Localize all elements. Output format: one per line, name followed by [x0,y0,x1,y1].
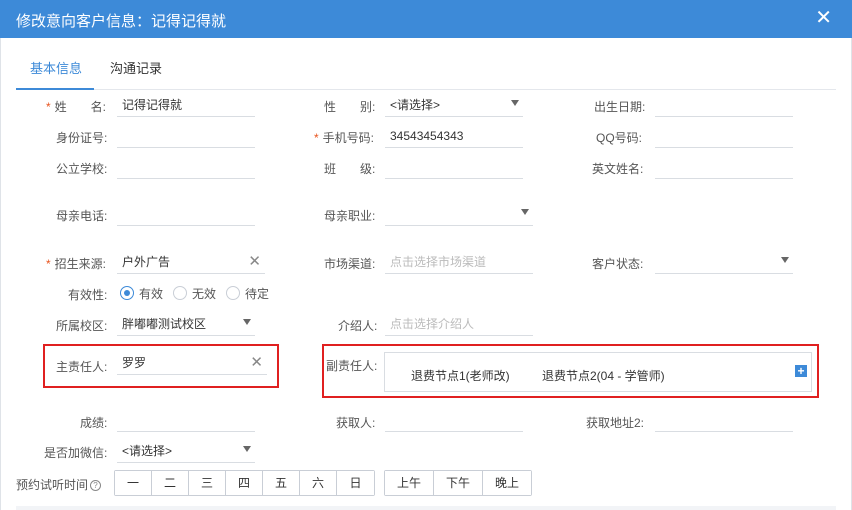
validity-option-pending-label: 待定 [245,286,270,301]
trial-time-label: 预约试听时间? [16,476,102,493]
dialog-left-border [0,38,1,510]
source-select[interactable]: 户外广告 ✕ [117,252,265,274]
validity-option-valid[interactable]: 有效 [120,285,163,302]
public-school-field[interactable] [117,157,255,179]
address2-label: 获取地址2: [586,416,645,430]
vice-owner-label: 副责任人: [326,359,378,373]
clear-icon[interactable]: ✕ [248,252,261,272]
radio-checked-icon [120,286,134,300]
chevron-down-icon [511,100,519,106]
customer-status-label: 客户状态: [592,257,644,271]
wechat-label: 是否加微信: [44,446,108,460]
acquirer-label: 获取人: [336,416,376,430]
weekday-thu-button[interactable]: 四 [226,471,263,495]
qq-field[interactable] [655,126,793,148]
weekday-button-group: 一 二 三 四 五 六 日 [114,470,375,496]
period-afternoon-button[interactable]: 下午 [434,471,483,495]
clear-icon[interactable]: ✕ [250,353,263,373]
chevron-down-icon [243,446,251,452]
id-number-label: 身份证号: [56,131,108,145]
main-owner-select-value: 罗罗 [122,356,147,370]
score-label: 成绩: [80,416,108,430]
tab-basic-info[interactable]: 基本信息 [30,58,82,77]
channel-label: 市场渠道: [324,257,376,271]
vice-owner-item[interactable]: 退费节点1(老师改) [411,367,510,384]
weekday-sat-button[interactable]: 六 [300,471,337,495]
address2-field[interactable] [655,410,793,432]
mother-phone-label: 母亲电话: [56,209,108,223]
period-button-group: 上午 下午 晚上 [384,470,532,496]
close-icon[interactable]: ✕ [815,7,832,29]
weekday-sun-button[interactable]: 日 [337,471,374,495]
id-number-field[interactable] [117,126,255,148]
name-label: * 姓 名: [46,100,107,114]
validity-radio-group: 有效 无效 待定 [120,284,279,302]
campus-select-value: 胖嘟嘟测试校区 [122,317,207,331]
mother-phone-field[interactable] [117,204,255,226]
dialog-titlebar: 修改意向客户信息：记得记得就 ✕ [0,0,852,38]
mother-job-label: 母亲职业: [324,209,376,223]
gender-select[interactable]: <请选择> [385,95,523,117]
customer-status-select[interactable] [655,252,793,274]
radio-unchecked-icon [173,286,188,300]
gender-select-value: <请选择> [390,98,441,112]
chevron-down-icon [521,209,529,215]
weekday-wed-button[interactable]: 三 [189,471,226,495]
chevron-down-icon [781,257,789,263]
english-name-label: 英文姓名: [592,162,644,176]
validity-option-valid-label: 有效 [139,286,164,301]
period-evening-button[interactable]: 晚上 [483,471,531,495]
score-field[interactable] [117,410,255,432]
mobile-field[interactable]: 34543454343 [385,126,523,148]
wechat-select[interactable]: <请选择> [117,441,255,463]
english-name-field[interactable] [655,157,793,179]
channel-picker[interactable]: 点击选择市场渠道 [385,252,533,274]
mobile-label: * 手机号码: [314,131,375,145]
help-icon[interactable]: ? [90,480,102,491]
gender-label: 性 别: [324,100,376,114]
tab-communication-records[interactable]: 沟通记录 [110,58,162,77]
chevron-down-icon [243,319,251,325]
radio-unchecked-icon [226,286,241,300]
tab-bar: 基本信息 沟通记录 [16,38,836,90]
validity-label: 有效性: [68,288,108,302]
wechat-select-value: <请选择> [122,444,173,458]
vice-owner-list[interactable]: 退费节点1(老师改) 退费节点2(04 - 学管师) [384,352,812,392]
name-field[interactable]: 记得记得就 [117,95,255,117]
validity-option-pending[interactable]: 待定 [226,285,269,302]
class-label: 班 级: [324,162,376,176]
source-select-value: 户外广告 [122,255,171,269]
referrer-label: 介绍人: [338,319,378,333]
dialog-title: 修改意向客户信息：记得记得就 [16,13,227,30]
validity-option-invalid[interactable]: 无效 [173,285,216,302]
campus-label: 所属校区: [56,319,108,333]
main-owner-label: 主责任人: [56,360,108,374]
campus-select[interactable]: 胖嘟嘟测试校区 [117,314,255,336]
active-tab-indicator [16,88,94,90]
validity-option-invalid-label: 无效 [192,286,217,301]
class-field[interactable] [385,157,523,179]
referrer-picker[interactable]: 点击选择介绍人 [385,314,533,336]
public-school-label: 公立学校: [56,162,108,176]
main-owner-select[interactable]: 罗罗 ✕ [117,353,267,375]
qq-label: QQ号码: [596,131,643,145]
weekday-mon-button[interactable]: 一 [115,471,152,495]
birthday-label: 出生日期: [594,100,646,114]
vice-owner-item[interactable]: 退费节点2(04 - 学管师) [542,367,665,384]
acquirer-field[interactable] [385,410,523,432]
birthday-field[interactable] [655,95,793,117]
mother-job-select[interactable] [385,204,533,226]
period-morning-button[interactable]: 上午 [385,471,434,495]
weekday-fri-button[interactable]: 五 [263,471,300,495]
source-label: * 招生来源: [46,257,107,271]
scroll-area-edge [16,506,836,510]
add-vice-owner-icon[interactable]: + [795,365,807,377]
weekday-tue-button[interactable]: 二 [152,471,189,495]
